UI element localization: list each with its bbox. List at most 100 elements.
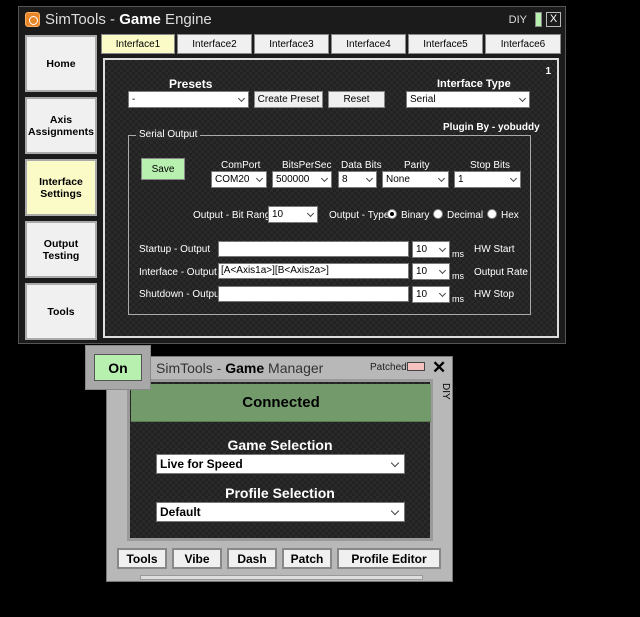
comport-select[interactable]: COM20 bbox=[211, 171, 267, 188]
startup-output-label: Startup - Output bbox=[139, 244, 211, 255]
manager-diy-label: DIY bbox=[440, 383, 451, 400]
sidebar-tools[interactable]: Tools bbox=[25, 283, 97, 340]
parity-label: Parity bbox=[404, 160, 430, 171]
output-rate-label: Output Rate bbox=[474, 267, 528, 278]
profile-selection-select[interactable]: Default bbox=[156, 502, 405, 522]
chevron-down-icon bbox=[438, 289, 447, 298]
chevron-down-icon bbox=[255, 174, 264, 183]
engine-close-button[interactable]: X bbox=[546, 12, 561, 27]
chevron-down-icon bbox=[518, 94, 527, 103]
interface-ms-value: 10 bbox=[416, 266, 428, 277]
profile-editor-button[interactable]: Profile Editor bbox=[337, 548, 441, 569]
interface-type-label: Interface Type bbox=[437, 78, 511, 90]
hex-label: Hex bbox=[501, 210, 519, 221]
diy-label: DIY bbox=[508, 14, 527, 26]
tab-interface4[interactable]: Interface4 bbox=[331, 34, 406, 54]
sidebar-interface-settings[interactable]: Interface Settings bbox=[25, 159, 97, 216]
game-selection-select[interactable]: Live for Speed bbox=[156, 454, 405, 474]
interface-type-value: Serial bbox=[410, 94, 436, 105]
patched-indicator bbox=[407, 362, 425, 371]
bits-per-sec-label: BitsPerSec bbox=[282, 160, 332, 171]
manager-scrollbar[interactable] bbox=[140, 575, 423, 580]
reset-button[interactable]: Reset bbox=[328, 91, 385, 108]
hw-start-label: HW Start bbox=[474, 244, 515, 255]
game-selection-label: Game Selection bbox=[227, 437, 333, 453]
radio-decimal[interactable] bbox=[433, 209, 443, 219]
profile-selection-value: Default bbox=[160, 505, 201, 519]
dash-button[interactable]: Dash bbox=[227, 548, 277, 569]
chevron-down-icon bbox=[390, 458, 400, 468]
serial-output-label: Serial Output bbox=[136, 129, 201, 140]
panel-number: 1 bbox=[545, 66, 551, 77]
data-bits-select[interactable]: 8 bbox=[338, 171, 377, 188]
manager-title: SimTools - Game Manager bbox=[156, 360, 324, 376]
chevron-down-icon bbox=[365, 174, 374, 183]
connection-status: Connected bbox=[131, 384, 431, 422]
save-button[interactable]: Save bbox=[141, 158, 185, 180]
chevron-down-icon bbox=[306, 209, 315, 218]
shutdown-ms-select[interactable]: 10 bbox=[412, 286, 450, 303]
power-toggle-frame: On bbox=[85, 345, 151, 390]
parity-select[interactable]: None bbox=[382, 171, 449, 188]
chevron-down-icon bbox=[438, 244, 447, 253]
manager-window: SimTools - Game Manager Patched ✕ DIY Co… bbox=[106, 356, 453, 582]
tools-button[interactable]: Tools bbox=[117, 548, 167, 569]
presets-select-value: - bbox=[132, 94, 136, 105]
sidebar-output-testing[interactable]: Output Testing bbox=[25, 221, 97, 278]
bit-range-select[interactable]: 10 bbox=[268, 206, 318, 223]
data-bits-label: Data Bits bbox=[341, 160, 382, 171]
simtools-logo-icon bbox=[25, 12, 40, 27]
interface-output-input[interactable]: [A<Axis1a>][B<Axis2a>] bbox=[218, 263, 409, 279]
chevron-down-icon bbox=[437, 174, 446, 183]
bit-range-value: 10 bbox=[272, 209, 284, 220]
tab-interface5[interactable]: Interface5 bbox=[408, 34, 483, 54]
radio-hex[interactable] bbox=[487, 209, 497, 219]
profile-selection-label: Profile Selection bbox=[225, 485, 335, 501]
interface-output-label: Interface - Output bbox=[139, 267, 217, 278]
startup-ms-unit: ms bbox=[452, 249, 464, 259]
engine-title: SimTools - Game Engine bbox=[45, 11, 212, 28]
bits-per-sec-value: 500000 bbox=[276, 174, 310, 185]
shutdown-output-label: Shutdown - Output bbox=[139, 289, 223, 300]
radio-binary[interactable] bbox=[387, 209, 397, 219]
shutdown-ms-value: 10 bbox=[416, 289, 428, 300]
bits-per-sec-select[interactable]: 500000 bbox=[272, 171, 332, 188]
presets-select[interactable]: - bbox=[128, 91, 249, 108]
vibe-button[interactable]: Vibe bbox=[172, 548, 222, 569]
interface-type-select[interactable]: Serial bbox=[406, 91, 530, 108]
startup-output-input[interactable] bbox=[218, 241, 409, 257]
plugin-author: Plugin By - yobuddy bbox=[443, 122, 540, 133]
manager-close-icon[interactable]: ✕ bbox=[432, 358, 446, 378]
comport-value: COM20 bbox=[215, 174, 250, 185]
stop-bits-value: 1 bbox=[458, 174, 464, 185]
on-button[interactable]: On bbox=[94, 354, 142, 381]
engine-titlebar: SimTools - Game Engine DIY X bbox=[19, 7, 565, 33]
patched-label: Patched bbox=[370, 362, 407, 373]
shutdown-ms-unit: ms bbox=[452, 294, 464, 304]
chevron-down-icon bbox=[390, 506, 400, 516]
stop-bits-label: Stop Bits bbox=[470, 160, 511, 171]
sidebar-home[interactable]: Home bbox=[25, 35, 97, 92]
game-selection-value: Live for Speed bbox=[160, 457, 243, 471]
tab-interface3[interactable]: Interface3 bbox=[254, 34, 329, 54]
parity-value: None bbox=[386, 174, 410, 185]
shutdown-output-input[interactable] bbox=[218, 286, 409, 302]
patch-button[interactable]: Patch bbox=[282, 548, 332, 569]
create-preset-button[interactable]: Create Preset bbox=[254, 91, 323, 108]
chevron-down-icon bbox=[237, 94, 246, 103]
startup-ms-select[interactable]: 10 bbox=[412, 241, 450, 258]
binary-label: Binary bbox=[401, 210, 430, 221]
output-type-label: Output - Type bbox=[329, 210, 390, 221]
sidebar-axis-assignments[interactable]: Axis Assignments bbox=[25, 97, 97, 154]
comport-label: ComPort bbox=[221, 160, 261, 171]
tab-interface6[interactable]: Interface6 bbox=[485, 34, 561, 54]
diy-toggle[interactable] bbox=[535, 12, 542, 27]
chevron-down-icon bbox=[509, 174, 518, 183]
chevron-down-icon bbox=[438, 266, 447, 275]
startup-ms-value: 10 bbox=[416, 244, 428, 255]
interface-ms-unit: ms bbox=[452, 271, 464, 281]
stop-bits-select[interactable]: 1 bbox=[454, 171, 521, 188]
tab-interface1[interactable]: Interface1 bbox=[101, 34, 175, 54]
interface-ms-select[interactable]: 10 bbox=[412, 263, 450, 280]
tab-interface2[interactable]: Interface2 bbox=[177, 34, 252, 54]
